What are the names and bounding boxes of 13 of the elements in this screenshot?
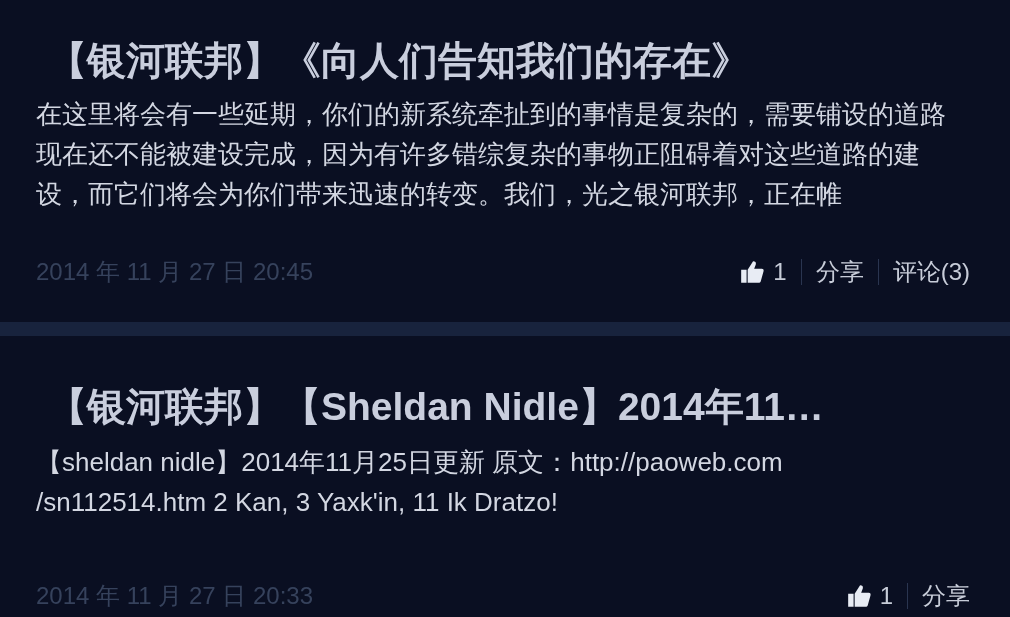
action-link[interactable]: 评论(3) <box>892 256 970 288</box>
action-link[interactable]: 分享 <box>815 256 864 288</box>
post-excerpt: 在这里将会有一些延期，你们的新系统牵扯到的事情是复杂的，需要铺设的道路现在还不能被建设完成，因为有许多错综复杂的事物正阻碍着对这些道路的建设，而它们将会为你们带来迅速的转变。我们，光之银河联邦，正在帷 <box>36 98 947 211</box>
action-link[interactable]: 分享 <box>922 580 970 612</box>
post-date: 2014 年 11 月 27 日 20:33 <box>36 581 314 611</box>
like-count: 1 <box>879 582 893 610</box>
post-date: 2014 年 11 月 27 日 20:45 <box>36 257 314 287</box>
post-title[interactable]: 【银河联邦】【Sheldan Nidle】2014年11… <box>48 380 970 434</box>
thumbs-up-icon[interactable] <box>845 583 872 609</box>
post-title[interactable]: 【银河联邦】《向人们告知我们的存在》 <box>48 34 970 88</box>
like-count: 1 <box>773 258 787 286</box>
thumbs-up-icon[interactable] <box>739 259 766 285</box>
post-excerpt: 【sheldan nidle】2014年11月25日更新 原文：http://paoweb.com /sn112514.htm 2 Kan, 3 Yaxk'in, 11 Ik Dratzo! <box>36 446 784 519</box>
